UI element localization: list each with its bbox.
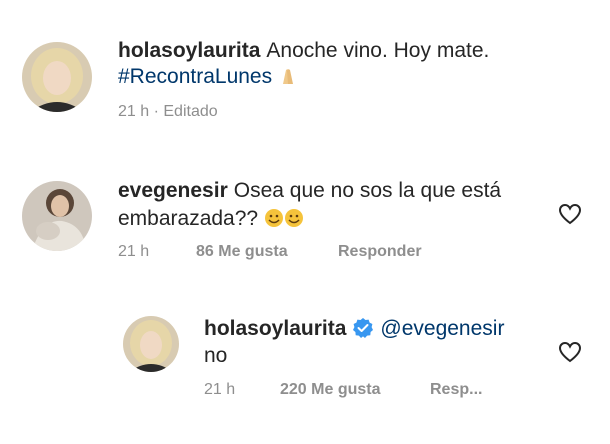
comment-text-line-2: embarazada?? bbox=[118, 207, 259, 230]
comment-1-line-1: holasoylaurita Anoche vino. Hoy mate. bbox=[118, 38, 489, 63]
like-heart-icon[interactable] bbox=[558, 203, 582, 225]
like-heart-icon[interactable] bbox=[558, 341, 582, 363]
verified-badge-icon bbox=[352, 317, 374, 339]
comment-3-line-1: holasoylaurita @evegenesir bbox=[204, 316, 504, 341]
avatar-evegenesir[interactable] bbox=[22, 181, 92, 251]
edited-label: Editado bbox=[163, 103, 218, 120]
comment-2-meta: 21 h 86 Me gusta Responder bbox=[118, 243, 422, 261]
comment-2-line-2: embarazada?? bbox=[118, 206, 304, 231]
comment-1-meta: 21 h · Editado bbox=[118, 103, 218, 121]
avatar-holasoylaurita-reply[interactable] bbox=[123, 316, 179, 372]
avatar-holasoylaurita[interactable] bbox=[22, 42, 92, 112]
pray-hands-emoji-icon bbox=[278, 66, 298, 86]
likes-count-button[interactable]: 86 Me gusta bbox=[196, 243, 338, 261]
comment-1-line-2: #RecontraLunes bbox=[118, 64, 298, 89]
comment-text: Anoche vino. Hoy mate. bbox=[266, 39, 490, 62]
comment-3-line-2: no bbox=[204, 343, 227, 368]
likes-count-button[interactable]: 220 Me gusta bbox=[280, 381, 430, 399]
grinning-face-emoji-icon bbox=[284, 208, 304, 228]
comment-username[interactable]: holasoylaurita bbox=[204, 317, 346, 340]
grinning-face-emoji-icon bbox=[264, 208, 284, 228]
comment-text: no bbox=[204, 344, 228, 367]
mention-link[interactable]: @evegenesir bbox=[380, 317, 504, 340]
reply-button[interactable]: Responder bbox=[338, 243, 422, 260]
timestamp: 21 h bbox=[118, 243, 150, 260]
timestamp: 21 h bbox=[204, 381, 236, 398]
comment-username[interactable]: evegenesir bbox=[118, 179, 228, 202]
meta-separator: · bbox=[153, 103, 159, 120]
timestamp: 21 h bbox=[118, 103, 150, 120]
comment-username[interactable]: holasoylaurita bbox=[118, 39, 260, 62]
comment-2-line-1: evegenesir Osea que no sos la que está bbox=[118, 178, 501, 203]
comment-3-meta: 21 h 220 Me gusta Resp... bbox=[204, 381, 482, 399]
hashtag-link[interactable]: #RecontraLunes bbox=[118, 65, 272, 88]
reply-button[interactable]: Resp... bbox=[430, 381, 482, 398]
comment-text-line-1: Osea que no sos la que está bbox=[233, 179, 502, 202]
